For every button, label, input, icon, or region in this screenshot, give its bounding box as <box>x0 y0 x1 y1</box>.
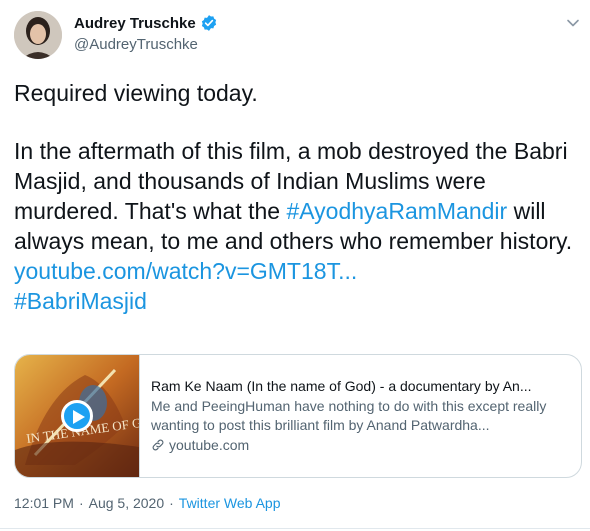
avatar[interactable] <box>14 11 62 59</box>
card-thumbnail[interactable]: IN THE NAME OF GOD <box>15 355 140 477</box>
card-text: Ram Ke Naam (In the name of God) - a doc… <box>151 377 571 455</box>
hashtag-babri-link[interactable]: #BabriMasjid <box>14 288 147 314</box>
hashtag-ayodhya-link[interactable]: #AyodhyaRamMandir <box>286 198 507 224</box>
display-name[interactable]: Audrey Truschke <box>74 15 196 32</box>
verified-badge-icon <box>201 15 216 31</box>
user-handle[interactable]: @AudreyTruschke <box>74 36 198 53</box>
card-domain-text: youtube.com <box>169 436 250 453</box>
tweet: Audrey Truschke @AudreyTruschke Required… <box>0 0 590 531</box>
card-description: Me and PeeingHuman have nothing to do wi… <box>151 397 547 434</box>
tweet-time[interactable]: 12:01 PM <box>14 495 74 511</box>
tweet-line-1: Required viewing today. <box>14 80 258 106</box>
card-title: Ram Ke Naam (In the name of God) - a doc… <box>151 378 532 394</box>
divider <box>0 528 590 529</box>
play-icon[interactable] <box>61 400 93 432</box>
name-row: Audrey Truschke <box>74 14 218 32</box>
profile-photo <box>14 11 62 59</box>
tweet-metadata: 12:01 PM · Aug 5, 2020 · Twitter Web App <box>14 495 280 511</box>
tweet-text: Required viewing today. In the aftermath… <box>14 78 579 316</box>
chevron-down-icon[interactable] <box>564 14 582 32</box>
youtube-url-link[interactable]: youtube.com/watch?v=GMT18T... <box>14 258 357 284</box>
tweet-paragraph: In the aftermath of this film, a mob des… <box>14 136 579 256</box>
separator-dot: · <box>169 495 174 511</box>
separator-dot: · <box>78 495 84 511</box>
card-domain: youtube.com <box>151 436 571 456</box>
link-icon <box>152 439 164 451</box>
tweet-source-link[interactable]: Twitter Web App <box>179 495 281 511</box>
link-preview-card[interactable]: IN THE NAME OF GOD Ram Ke Naam (In the n… <box>14 354 582 478</box>
tweet-date[interactable]: Aug 5, 2020 <box>89 495 165 511</box>
